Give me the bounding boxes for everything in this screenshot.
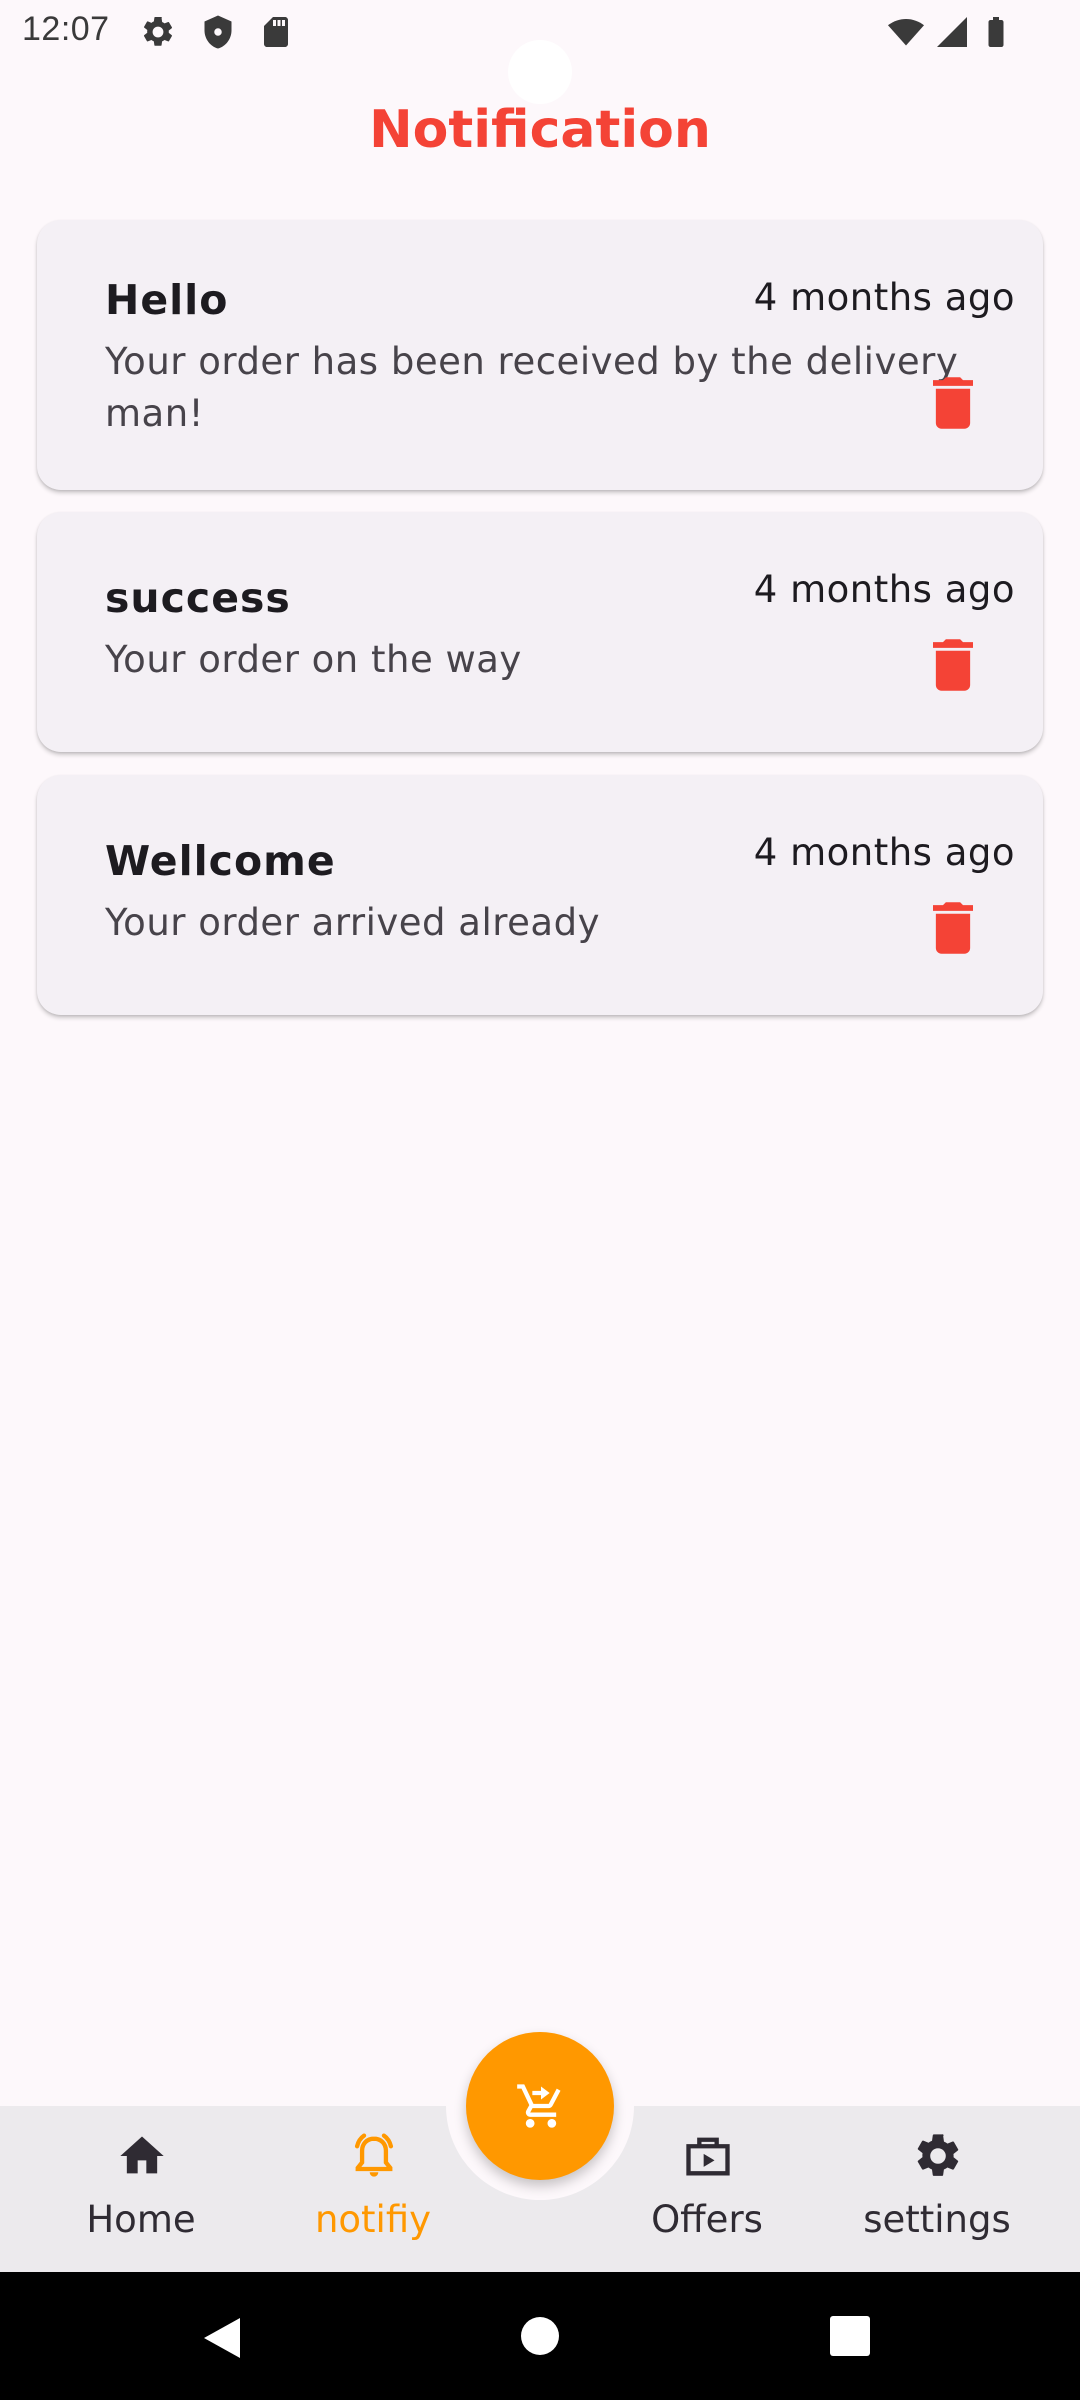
gear-icon [917,2134,959,2176]
nav-label-settings: settings [863,2198,1011,2241]
offers-icon [686,2137,730,2176]
nav-item-offers[interactable]: Offers [602,2130,812,2260]
nav-item-notifiy[interactable]: notifiy [268,2130,478,2260]
notification-time: 4 months ago [753,831,1015,874]
signal-icon [934,14,970,50]
notification-time: 4 months ago [753,276,1015,319]
nav-label-offers: Offers [651,2198,763,2241]
trash-icon[interactable] [933,901,973,955]
back-icon[interactable] [202,2316,242,2360]
notification-body: Your order on the way [105,638,522,681]
sd-card-icon [258,14,294,50]
gear-icon [140,14,176,50]
notification-title: Wellcome [105,837,336,885]
nav-label-notifiy: notifiy [314,2198,432,2241]
wifi-icon [888,14,924,50]
notification-card[interactable]: Hello 4 months ago Your order has been r… [37,220,1043,490]
cart-icon [517,2084,561,2128]
shield-icon [200,14,236,50]
cart-fab-button[interactable] [466,2032,614,2180]
notification-body: Your order has been received by the deli… [105,340,959,435]
page-title: Notification [369,100,711,160]
system-navigation-bar [0,2272,1080,2400]
nav-label-home: Home [86,2198,196,2241]
notification-card[interactable]: Wellcome 4 months ago Your order arrived… [37,775,1043,1015]
notification-title: success [105,574,291,622]
notification-body: Your order arrived already [105,901,600,944]
home-circle-icon[interactable] [520,2316,560,2356]
notification-card[interactable]: success 4 months ago Your order on the w… [37,512,1043,752]
bell-icon [354,2133,394,2177]
battery-icon [978,14,1014,50]
status-time: 12:07 [22,10,110,48]
nav-item-home[interactable]: Home [36,2130,246,2260]
trash-icon[interactable] [933,638,973,692]
home-icon [120,2136,164,2174]
trash-icon[interactable] [933,376,973,430]
recents-icon[interactable] [830,2316,870,2356]
camera-cutout [508,40,572,104]
notification-title: Hello [105,276,229,324]
nav-item-settings[interactable]: settings [832,2130,1042,2260]
notification-time: 4 months ago [753,568,1015,611]
